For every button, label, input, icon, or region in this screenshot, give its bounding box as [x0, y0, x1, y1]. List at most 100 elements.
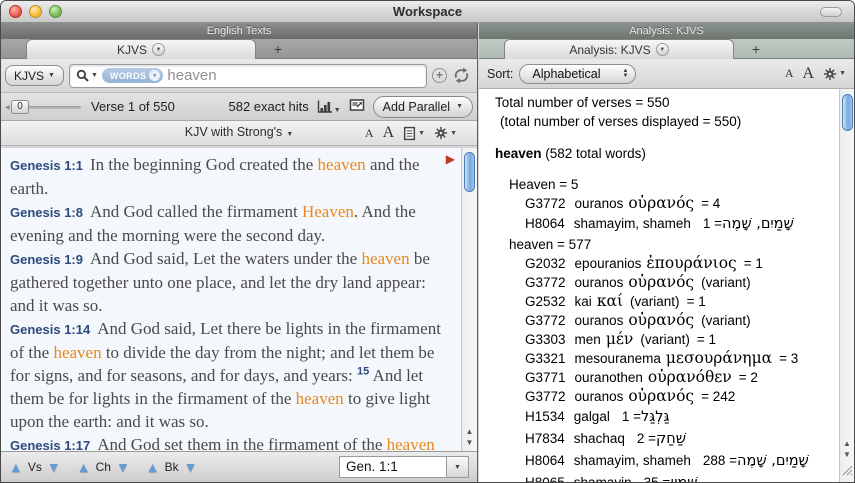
book-down-icon[interactable]: ▼	[184, 460, 198, 474]
slider-thumb[interactable]: 0	[11, 100, 29, 114]
reference-dropdown-icon[interactable]: ▼	[447, 456, 469, 478]
hit-count: 582 exact hits	[229, 99, 309, 114]
hit-context-slider[interactable]: ◀ 0	[5, 99, 83, 115]
lemma-greek: οὐρανός	[628, 194, 694, 212]
hit-marker-icon[interactable]: ▶	[446, 152, 455, 166]
transliteration: ouranos	[575, 389, 624, 404]
word-summary-line: heaven (582 total words)	[479, 144, 837, 163]
search-input[interactable]: ▼ WORDS ▼ heaven	[69, 64, 427, 88]
slider-left-arrow-icon[interactable]: ◀	[5, 104, 10, 111]
text-scrollbar-thumb[interactable]	[464, 152, 475, 192]
occurrence-count: = 1	[744, 256, 763, 271]
research-cycle-icon[interactable]	[452, 67, 471, 84]
verse-down-icon[interactable]: ▼	[47, 460, 61, 474]
analysis-entry: G3772ouranosοὐρανός= 4	[479, 194, 837, 213]
verse-reference[interactable]: Genesis 1:8	[10, 205, 83, 220]
lemma-greek: οὐρανός	[628, 273, 694, 291]
gear-menu-icon[interactable]: ▼	[823, 67, 846, 81]
book-nav-label: Bk	[165, 460, 179, 474]
gear-menu-icon[interactable]: ▼	[434, 126, 457, 140]
scroll-up-icon[interactable]: ▲	[466, 426, 474, 437]
variant-note: (variant)	[640, 332, 690, 347]
text-scroll-arrows: ▲ ▼	[462, 426, 477, 448]
workspace-window: Workspace English Texts KJVS ▼ + KJVS ▼ …	[0, 0, 855, 483]
verse: Genesis 1:14And God said, Let there be l…	[10, 317, 449, 433]
details-workspace-icon[interactable]	[349, 98, 365, 115]
verse-displayed-line: (total number of verses displayed = 550)	[479, 112, 837, 131]
tab-menu-icon[interactable]: ▼	[656, 43, 669, 56]
transliteration: shachaq	[574, 431, 625, 446]
occurrence-count: = 35	[644, 475, 671, 482]
book-up-icon[interactable]: ▲	[146, 460, 160, 474]
add-parallel-button[interactable]: Add Parallel ▼	[373, 96, 473, 118]
analysis-group-label: Heaven = 5	[479, 175, 837, 194]
word-count-suffix: (582 total words)	[542, 146, 646, 161]
analysis-scrollbar-thumb[interactable]	[842, 94, 853, 131]
transliteration: shamayim, shameh	[574, 216, 691, 231]
verse-reference[interactable]: Genesis 1:9	[10, 252, 83, 267]
right-zone-header[interactable]: Analysis: KJVS	[479, 23, 854, 39]
decrease-font-button[interactable]: A	[785, 66, 794, 81]
resize-grip[interactable]	[840, 463, 853, 481]
scope-caret-icon: ▼	[149, 70, 160, 81]
occurrence-count: = 1	[703, 216, 722, 231]
tab-analysis[interactable]: Analysis: KJVS ▼	[504, 39, 734, 59]
scroll-down-icon[interactable]: ▼	[466, 437, 474, 448]
analysis-graph-icon[interactable]: ▼	[317, 100, 341, 114]
reference-input[interactable]: Gen. 1:1	[339, 456, 447, 478]
analysis-scrollbar[interactable]: ▲ ▼	[839, 89, 854, 482]
window-title: Workspace	[1, 4, 854, 19]
analysis-entry: H7834shachaqשַׁחַק= 2	[479, 428, 837, 450]
sort-label: Sort:	[487, 67, 513, 81]
occurrence-count: = 1	[622, 409, 641, 424]
verse-reference[interactable]: Genesis 1:17	[10, 438, 90, 451]
scroll-down-icon[interactable]: ▼	[843, 449, 851, 460]
occurrence-count: = 2	[739, 370, 758, 385]
search-scope-pill[interactable]: WORDS ▼	[102, 68, 164, 83]
chapter-up-icon[interactable]: ▲	[77, 460, 91, 474]
verse-up-icon[interactable]: ▲	[9, 460, 23, 474]
analysis-entry: G2032epouraniosἐπουράνιος= 1	[479, 254, 837, 273]
module-select-button[interactable]: KJVS ▼	[5, 65, 64, 86]
strongs-number: G3772	[525, 389, 566, 404]
tab-kjvs[interactable]: KJVS ▼	[26, 39, 256, 59]
sort-select[interactable]: Alphabetical ▲▼	[519, 64, 636, 84]
transliteration: epouranios	[575, 256, 642, 271]
new-tab-button[interactable]: +	[741, 39, 771, 59]
analysis-entry: G3772ouranosοὐρανός= 242	[479, 387, 837, 406]
verse-reference[interactable]: Genesis 1:1	[10, 158, 83, 173]
add-search-term-icon[interactable]: +	[432, 68, 447, 83]
scroll-up-icon[interactable]: ▲	[843, 438, 851, 449]
strongs-number: G2032	[525, 256, 566, 271]
toolbar-toggle-icon[interactable]	[820, 7, 842, 17]
search-icon[interactable]: ▼	[76, 69, 98, 83]
increase-font-button[interactable]: A	[383, 124, 395, 142]
lemma-greek: μέν	[606, 330, 634, 348]
transliteration: ouranos	[575, 196, 624, 211]
decrease-font-button[interactable]: A	[365, 126, 374, 141]
verse-reference[interactable]: Genesis 1:14	[10, 322, 90, 337]
tab-menu-icon[interactable]: ▼	[152, 43, 165, 56]
title-bar: Workspace	[1, 1, 854, 23]
analysis-entry: G2532kaiκαί(variant)= 1	[479, 292, 837, 311]
strongs-number: H8064	[525, 453, 565, 468]
new-tab-button[interactable]: +	[263, 39, 293, 59]
verse-nav-label: Vs	[28, 460, 42, 474]
occurrence-count: = 1	[697, 332, 716, 347]
text-scrollbar[interactable]: ▲ ▼	[461, 148, 477, 451]
chapter-nav-label: Ch	[96, 460, 111, 474]
search-hit: heaven	[318, 155, 366, 174]
verse-total-line: Total number of verses = 550	[479, 93, 837, 112]
strongs-number: H1534	[525, 409, 565, 424]
increase-font-button[interactable]: A	[803, 65, 815, 83]
caret-down-icon: ▼	[456, 103, 463, 110]
left-zone-header[interactable]: English Texts	[1, 23, 477, 39]
analysis-entry: H8064shamayim, shamehשָׁמַיִם, שָׁמֶה= 1	[479, 213, 837, 235]
transliteration: ouranos	[575, 313, 624, 328]
display-settings-icon[interactable]: ▼	[403, 126, 425, 141]
occurrence-count: = 242	[701, 389, 735, 404]
verse: Genesis 1:9And God said, Let the waters …	[10, 247, 449, 317]
lemma-hebrew: שָׁמַיִם, שָׁמֶה	[737, 453, 809, 469]
chapter-down-icon[interactable]: ▼	[116, 460, 130, 474]
lemma-hebrew: שַׁחַק	[656, 431, 686, 447]
